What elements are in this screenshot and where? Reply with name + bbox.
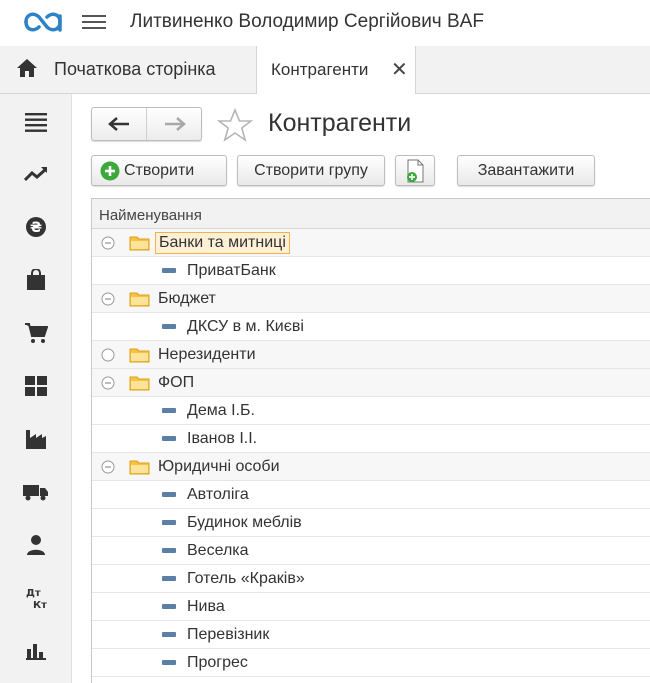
sidebar-dtkt-icon[interactable]: Дт Кт [20, 582, 52, 614]
home-icon [17, 59, 37, 77]
nav-buttons [91, 107, 202, 141]
tab-counterparties[interactable]: Контрагенти ✕ [256, 46, 416, 94]
collapse-icon[interactable] [101, 292, 115, 306]
arrow-right-icon [164, 117, 186, 131]
sidebar-truck-icon[interactable] [20, 476, 52, 508]
list-rows: Банки та митниці ПриватБанк Бюджет ДКСУ в м… [92, 229, 650, 677]
sidebar-sales-bag-icon[interactable] [20, 264, 52, 296]
element-icon [162, 548, 176, 553]
tab-bar: Початкова сторінка Контрагенти ✕ [0, 46, 650, 94]
back-button[interactable] [92, 108, 147, 140]
element-icon [162, 604, 176, 609]
svg-text:₴: ₴ [30, 220, 42, 236]
sidebar-cart-icon[interactable] [20, 317, 52, 349]
close-tab-icon[interactable]: ✕ [391, 57, 408, 82]
folder-icon [129, 376, 150, 391]
item-label: Іванов І.І. [187, 430, 258, 447]
group-label: Юридичні особи [158, 458, 280, 475]
item-label: Автоліга [187, 486, 249, 503]
list-item[interactable]: Нива [92, 593, 650, 621]
item-label: Готель «Краків» [187, 570, 305, 587]
create-group-button-label: Створити групу [254, 161, 368, 179]
list-item[interactable]: Іванов І.І. [92, 425, 650, 453]
element-icon [162, 268, 176, 273]
item-label: ПриватБанк [187, 262, 276, 279]
folder-icon [129, 348, 150, 363]
item-label: Будинок меблів [187, 514, 302, 531]
create-button[interactable]: Створити [91, 155, 227, 186]
group-row[interactable]: Банки та митниці [92, 229, 650, 257]
element-icon [162, 324, 176, 329]
dtkt-top-text: Дт [26, 588, 41, 599]
main-menu-icon[interactable] [82, 11, 106, 35]
tab-home[interactable]: Початкова сторінка [0, 46, 250, 93]
list-item[interactable]: Будинок меблів [92, 509, 650, 537]
group-label: Бюджет [158, 290, 216, 307]
collapse-icon[interactable] [101, 236, 115, 250]
folder-icon [129, 236, 150, 251]
item-label: Веселка [187, 542, 249, 559]
load-button-label: Завантажити [477, 161, 575, 179]
item-label: Нива [187, 598, 225, 615]
create-group-button[interactable]: Створити групу [237, 155, 385, 186]
create-copy-button[interactable] [395, 155, 435, 186]
page-title: Контрагенти [268, 109, 412, 137]
collapse-icon[interactable] [101, 460, 115, 474]
list-item[interactable]: Готель «Краків» [92, 565, 650, 593]
element-icon [162, 632, 176, 637]
column-header-name[interactable]: Найменування [92, 199, 650, 229]
content-area: Контрагенти Створити Створити групу Зава… [72, 94, 650, 683]
plus-circle-icon [100, 161, 120, 180]
item-label: Прогрес [187, 654, 248, 671]
folder-icon [129, 460, 150, 475]
sidebar-warehouse-icon[interactable] [20, 370, 52, 402]
group-label: Банки та митниці [155, 232, 290, 254]
element-icon [162, 520, 176, 525]
collapse-icon[interactable] [101, 376, 115, 390]
list-item[interactable]: Прогрес [92, 649, 650, 677]
list-item[interactable]: ПриватБанк [92, 257, 650, 285]
element-icon [162, 576, 176, 581]
arrow-left-icon [108, 117, 129, 131]
sidebar-factory-icon[interactable] [20, 423, 52, 455]
element-icon [162, 492, 176, 497]
group-row[interactable]: Юридичні особи [92, 453, 650, 481]
counterparties-list: Найменування Банки та митниці ПриватБанк Б… [91, 198, 650, 683]
item-label: Дема І.Б. [187, 402, 255, 419]
item-label: ДКСУ в м. Києві [187, 318, 304, 335]
favorite-star-icon[interactable] [217, 108, 253, 142]
expand-icon[interactable] [101, 348, 115, 362]
group-label: ФОП [158, 374, 195, 391]
element-icon [162, 660, 176, 665]
user-title: Литвиненко Володимир Сергійович BAF [130, 11, 484, 32]
forward-button[interactable] [147, 108, 202, 140]
sidebar-trend-icon[interactable] [20, 158, 52, 190]
sidebar-bar-chart-icon[interactable] [20, 635, 52, 667]
list-item[interactable]: Дема І.Б. [92, 397, 650, 425]
tab-home-label: Початкова сторінка [54, 59, 216, 79]
app-logo[interactable] [22, 8, 64, 36]
sidebar-person-icon[interactable] [20, 529, 52, 561]
element-icon [162, 408, 176, 413]
load-button[interactable]: Завантажити [457, 155, 595, 186]
group-label: Нерезиденти [158, 346, 256, 363]
group-row[interactable]: Бюджет [92, 285, 650, 313]
new-document-icon [407, 159, 424, 182]
top-bar: Литвиненко Володимир Сергійович BAF [0, 0, 650, 46]
dtkt-bottom-text: Кт [33, 600, 47, 610]
element-icon [162, 436, 176, 441]
sidebar-menu-icon[interactable] [20, 106, 52, 138]
group-row[interactable]: Нерезиденти [92, 341, 650, 369]
tab-counterparties-label: Контрагенти [271, 60, 369, 79]
list-item[interactable]: Автоліга [92, 481, 650, 509]
group-row[interactable]: ФОП [92, 369, 650, 397]
create-button-label: Створити [124, 161, 195, 179]
list-item[interactable]: Веселка [92, 537, 650, 565]
sidebar: ₴ Дт Кт [0, 94, 72, 683]
sidebar-finance-icon[interactable]: ₴ [20, 211, 52, 243]
list-item[interactable]: Перевізник [92, 621, 650, 649]
list-item[interactable]: ДКСУ в м. Києві [92, 313, 650, 341]
item-label: Перевізник [187, 626, 270, 643]
folder-icon [129, 292, 150, 307]
